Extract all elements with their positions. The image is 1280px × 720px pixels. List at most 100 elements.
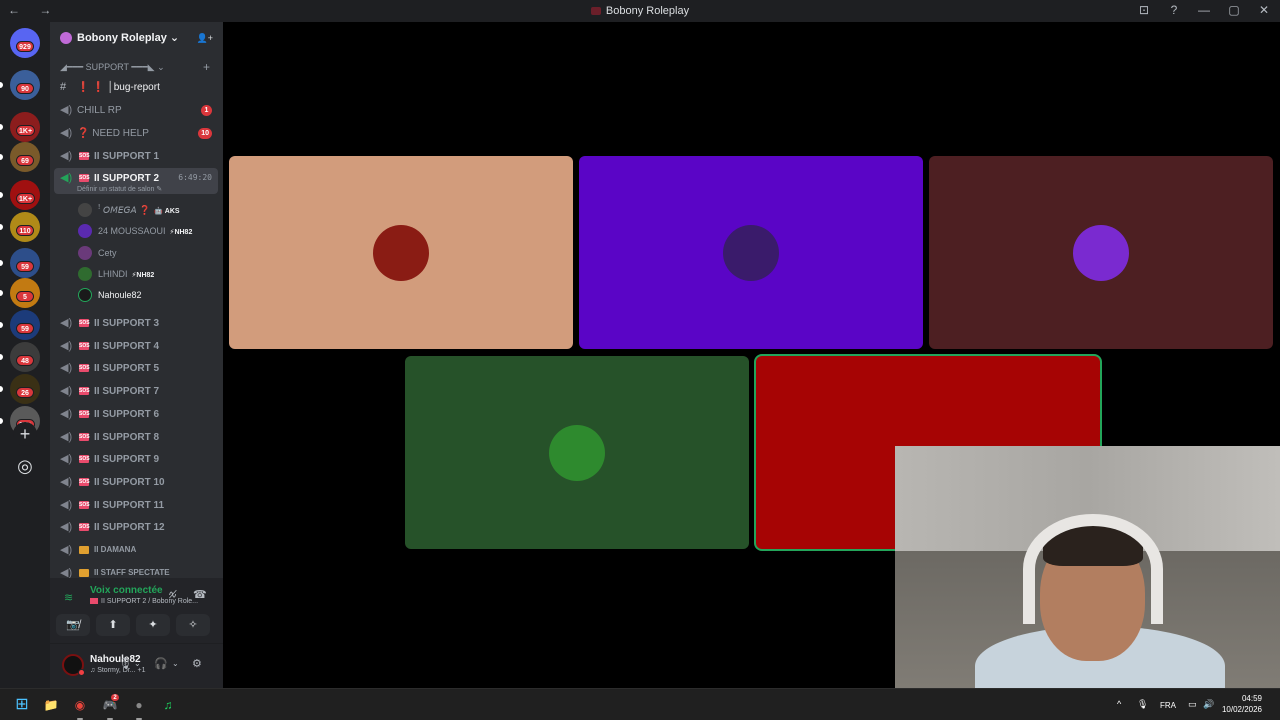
channel-label: II SUPPORT 5 [94,363,160,375]
unread-pip [0,224,3,230]
sos-icon: SOS [79,387,90,396]
tray-chevron-icon[interactable]: ^ [1117,699,1121,709]
unread-badge: 69 [16,155,34,166]
channel-label: II SUPPORT 2 [94,173,160,184]
user-tag: 🤖 AKS [154,208,180,215]
category-support[interactable]: ◢━━━ SUPPORT ━━━◣ ⌄ + [60,60,210,74]
voice-user[interactable]: LHINDI ⚡NH82 [78,265,218,283]
inbox-icon[interactable]: ⊡ [1136,3,1152,17]
start-button[interactable]: ⊞ [12,695,32,715]
voice-channel[interactable]: ◀) SOS II SUPPORT 7 [54,381,218,401]
obs-icon[interactable]: ● [129,695,149,720]
close-button[interactable]: ✕ [1256,3,1272,17]
voice-user[interactable]: Nahoule82 [78,286,218,304]
voice-channel[interactable]: ◀) SOS II SUPPORT 4 [54,336,218,356]
speaker-locked-icon: ◀) [60,407,73,420]
channel-support-2-active[interactable]: ◀) SOS II SUPPORT 2 6:49:20 Définir un s… [54,168,218,194]
voice-channel[interactable]: ◀) SOS II SUPPORT 10 [54,472,218,492]
channel-label: ❗ ❗ │bug-report [77,82,160,93]
discover-button[interactable]: ◎ [13,454,37,478]
channel-need-help[interactable]: ◀) ❓ NEED HELP 10 [54,123,218,143]
voice-channel[interactable]: ◀) SOS II SUPPORT 12 [54,517,218,537]
username[interactable]: Nahoule82 [90,654,141,665]
voice-channel[interactable]: ◀) II DAMANA [54,540,218,560]
channel-label: II SUPPORT 1 [94,151,160,162]
channel-label: II SUPPORT 12 [94,522,165,534]
invite-icon[interactable]: 👤+ [197,33,213,44]
tray-mic-icon[interactable]: 🎙 [1137,699,1148,710]
speaker-locked-icon: ◀) [60,475,73,488]
avatar [78,224,92,239]
voice-connected-label[interactable]: Voix connectée [90,585,163,596]
channel-label: II STAFF SPECTATE [94,567,170,577]
user-tag: ⚡NH82 [169,229,193,237]
channel-chill-rp[interactable]: ◀) CHILL RP 1 [54,100,218,120]
voice-channel-path[interactable]: II SUPPORT 2 / Bobony Role... [90,598,198,605]
chevron-down-icon[interactable]: ⌄ [172,659,179,668]
noise-suppression-icon[interactable]: ∿̸ [168,588,177,601]
chevron-down-icon[interactable]: ⌄ [134,659,141,668]
sos-icon: SOS [79,174,90,182]
participant-tile[interactable] [405,356,749,549]
channel-label: ❓ NEED HELP [77,128,149,139]
set-channel-status[interactable]: Définir un statut de salon ✎ [77,185,162,193]
voice-user[interactable]: 24 MOUSSAOUI ⚡NH82 [78,222,218,240]
channel-label: II SUPPORT 11 [94,499,165,511]
soundboard-button[interactable]: ✧ [176,614,210,636]
share-screen-button[interactable]: ⬆ [96,614,130,636]
chevron-down-icon: ⌄ [157,62,165,72]
maximize-button[interactable]: ▢ [1226,3,1242,17]
mic-icon[interactable]: 🎙 [118,657,132,670]
voice-channel[interactable]: ◀) SOS II SUPPORT 5 [54,358,218,378]
unread-badge: 1K+ [16,125,36,136]
participant-tile[interactable] [929,156,1273,349]
disconnect-icon[interactable]: ☎ [193,588,207,601]
system-clock[interactable]: 04:59 10/02/2026 [1222,693,1262,715]
activities-button[interactable]: ✦ [136,614,170,636]
channel-support-1[interactable]: ◀) SOS II SUPPORT 1 [54,146,218,166]
channel-label: II SUPPORT 3 [94,318,160,329]
avatar [373,224,429,281]
camera-off-button[interactable]: 📷̸ [56,614,90,636]
unread-badge: 26 [16,387,34,398]
help-icon[interactable]: ? [1166,3,1182,17]
spotify-icon[interactable]: ♫ [158,695,178,715]
voice-channel[interactable]: ◀) SOS II SUPPORT 6 [54,404,218,424]
voice-user-name: Nahoule82 [98,290,142,301]
channel-bug-report[interactable]: # ❗ ❗ │bug-report [54,77,218,97]
language-indicator[interactable]: FRA [1160,701,1176,710]
participant-tile[interactable] [229,156,573,349]
gear-icon[interactable]: ⚙ [192,657,202,670]
sos-icon: SOS [79,455,90,464]
voice-channel[interactable]: ◀) SOS II SUPPORT 11 [54,495,218,515]
voice-channel[interactable]: ◀) SOS II SUPPORT 9 [54,449,218,469]
server-header[interactable]: Bobony Roleplay ⌄ 👤+ [50,22,223,54]
headphones-icon[interactable]: 🎧 [154,657,168,670]
network-icon[interactable]: ▭ [1188,699,1197,710]
add-server-button[interactable]: + [13,422,37,446]
voice-user[interactable]: ꜝ 𝘖𝘔𝘌𝘎𝘈 ❓ 🤖 AKS [78,201,218,219]
server-list: 929 901K+691K+1105955948262K++◎ [0,22,50,688]
voice-user-name: Cety [98,247,117,258]
file-explorer-icon[interactable]: 📁 [41,695,61,715]
create-channel-icon[interactable]: + [203,60,210,74]
voice-user-name: 24 MOUSSAOUI ⚡NH82 [98,226,193,237]
minimize-button[interactable]: — [1196,3,1212,17]
volume-icon[interactable]: 🔊 [1203,699,1214,710]
unread-pip [0,386,3,392]
speaker-locked-icon: ◀) [60,385,73,398]
signal-icon: ≋ [64,592,74,604]
chrome-icon[interactable]: ◉ [70,695,90,720]
avatar [723,224,779,281]
unread-badge: 59 [16,323,34,334]
participant-tile[interactable] [579,156,923,349]
voice-user[interactable]: Cety [78,244,218,262]
voice-channel[interactable]: ◀) SOS II SUPPORT 3 [54,313,218,333]
status-dnd-dot [78,669,85,676]
speaker-locked-icon: ◀) [60,317,73,329]
avatar [549,424,605,481]
avatar [78,266,92,281]
speaker-locked-icon: ◀) [60,362,73,375]
voice-channel[interactable]: ◀) SOS II SUPPORT 8 [54,427,218,447]
call-timer: 6:49:20 [178,173,212,182]
